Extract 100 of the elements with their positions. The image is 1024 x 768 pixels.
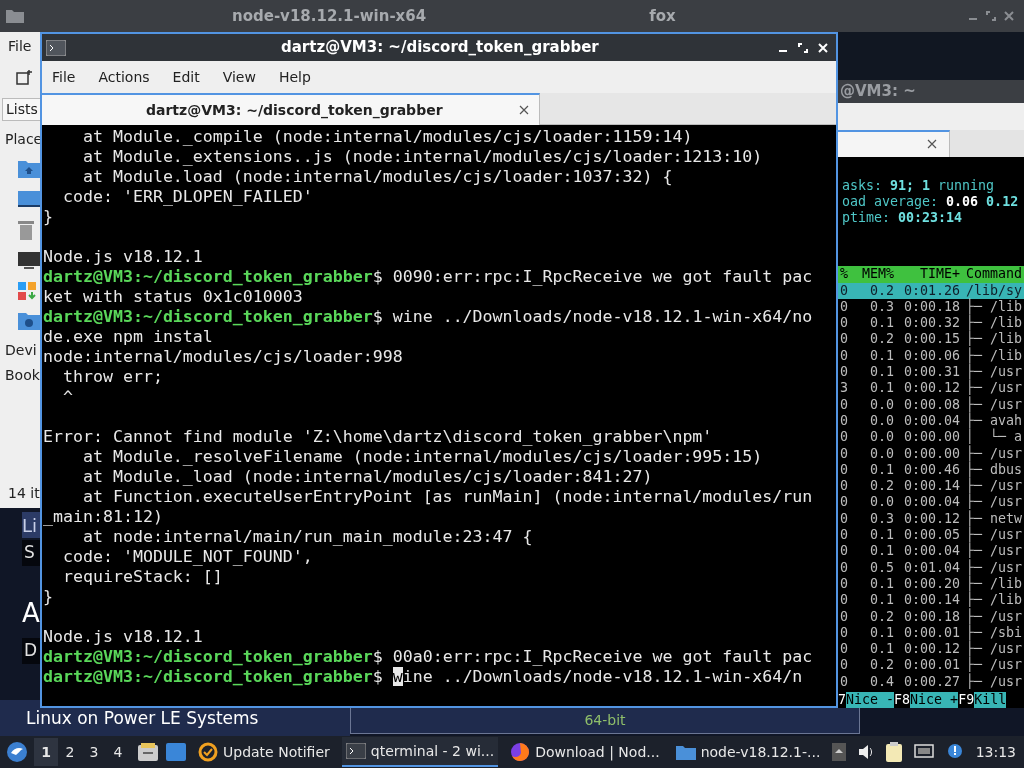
menu-item[interactable]: Actions <box>98 66 150 88</box>
speaker-icon[interactable] <box>857 744 874 760</box>
process-row[interactable]: 0 0.0 0:00.08 ├─ /usr <box>838 396 1024 413</box>
output-line: at node:internal/main/run_main_module:23:47 { <box>81 527 533 547</box>
section-label: Book <box>5 366 41 385</box>
function-key: F9 <box>958 692 975 708</box>
output-line: de.exe npm instal <box>43 327 213 347</box>
process-row[interactable]: 0 0.2 0:00.18 ├─ /usr <box>838 608 1024 625</box>
summary-line: oad average: 0.06 0.12 <box>842 193 1019 210</box>
nav-text: Li <box>22 512 40 538</box>
trash-icon[interactable] <box>18 220 34 240</box>
output-line: ket with status 0x1c010003 <box>43 287 303 307</box>
window-title: dartz@VM3: ~/discord_token_grabber <box>281 37 599 59</box>
output-line: at Module._resolveFilename (node:internal/modules/cjs/loader:995:15) <box>81 447 763 467</box>
bird-icon[interactable] <box>6 741 28 763</box>
prompt: dartz@VM3:~/discord_token_grabber <box>43 647 373 667</box>
process-row[interactable]: 0 0.1 0:00.04 ├─ /usr <box>838 543 1024 560</box>
menu-item[interactable]: File <box>8 36 44 58</box>
output-line: ^ <box>61 387 73 407</box>
output-line: Node.js v18.12.1 <box>43 247 203 267</box>
close-icon[interactable] <box>927 139 937 150</box>
folder-icon <box>675 744 696 760</box>
process-row[interactable]: 0 0.2 0:00.15 ├─ /lib <box>838 331 1024 348</box>
monitor-icon[interactable] <box>18 252 40 270</box>
task-button[interactable]: qterminal - 2 wi... <box>341 737 499 767</box>
task-button[interactable]: Download | Nod... <box>506 737 664 767</box>
terminal-icon <box>345 743 366 759</box>
output-line: _main:81:12) <box>43 507 163 527</box>
apps-icon[interactable] <box>18 282 36 300</box>
process-row[interactable]: 0 0.1 0:00.14 ├─ /lib <box>838 592 1024 609</box>
output-line: requireStack: [] <box>61 567 223 587</box>
prompt-sign: $ <box>372 307 383 327</box>
close-icon[interactable] <box>519 105 529 115</box>
function-key: F8 <box>894 692 911 708</box>
output-line: at Module._load (node:internal/modules/cjs/loader:841:27) <box>81 467 653 487</box>
output-line: Error: Cannot find module 'Z:\home\dartz\discord_token_grabber\npm' <box>43 427 713 447</box>
output-line: code: 'ERR_DLOPEN_FAILED' <box>61 187 313 207</box>
output-line: at Module.load (node:internal/modules/cjs/loader:1037:32) { <box>81 167 673 187</box>
section-label: Place <box>5 130 44 149</box>
process-row[interactable]: 0 0.5 0:01.04 ├─ /usr <box>838 559 1024 576</box>
alert-icon[interactable] <box>945 743 964 761</box>
workspace-tab[interactable]: 4 <box>106 738 130 766</box>
tab[interactable]: Lists <box>2 98 41 121</box>
prompt-sign: $ <box>372 667 383 687</box>
prompt-sign: $ <box>372 647 383 667</box>
process-row[interactable]: 0 0.0 0:00.04 ├─ /usr <box>838 494 1024 511</box>
table-cell: 64-bit <box>350 706 860 734</box>
clock[interactable]: 13:13 <box>975 741 1016 763</box>
output-line: code: 'MODULE_NOT_FOUND', <box>61 547 313 567</box>
output-line: node:internal/modules/cjs/loader:998 <box>43 347 403 367</box>
prompt: dartz@VM3:~/discord_token_grabber <box>43 667 373 687</box>
section-label: Devi <box>5 341 38 360</box>
network-icon[interactable] <box>913 744 934 760</box>
status-text: 14 it <box>8 484 41 503</box>
output-line: } <box>43 207 53 227</box>
clipboard-icon[interactable] <box>885 742 902 762</box>
window-title: node-v18.12.1-win-x64 <box>232 5 427 27</box>
menu-item[interactable]: View <box>222 66 256 88</box>
command-text: 00a0:err:rpc:I_RpcReceive we got fault pac <box>392 647 813 667</box>
network-folder-icon[interactable] <box>18 312 40 330</box>
workspace-tab[interactable]: 2 <box>58 738 82 766</box>
folder-icon <box>6 9 24 23</box>
function-label[interactable]: Nice - <box>846 692 895 708</box>
drive-icon[interactable] <box>138 743 158 761</box>
home-folder-icon[interactable] <box>18 160 40 178</box>
workspace-tab[interactable]: 1 <box>34 738 58 766</box>
output-line: } <box>43 587 53 607</box>
output-line: at Module._extensions..js (node:internal/modules/cjs/loader:1213:10) <box>81 147 763 167</box>
prompt: dartz@VM3:~/discord_token_grabber <box>43 267 373 287</box>
workspace-tab[interactable]: 3 <box>82 738 106 766</box>
process-row[interactable]: 3 0.1 0:00.12 ├─ /usr <box>838 380 1024 397</box>
function-label[interactable]: Nice + <box>910 692 959 708</box>
summary-line: ptime: 00:23:14 <box>842 209 963 226</box>
download-link[interactable]: S <box>22 540 40 566</box>
process-row[interactable]: 0 0.0 0:00.00 │ └─ a <box>838 429 1024 446</box>
process-row[interactable]: 0 0.0 0:00.00 ├─ /usr <box>838 445 1024 462</box>
prompt: dartz@VM3:~/discord_token_grabber <box>43 307 373 327</box>
tab[interactable]: dartz@VM3: ~/discord_token_grabber <box>42 93 540 125</box>
function-label[interactable]: Kill <box>974 692 1007 708</box>
download-link[interactable]: D <box>22 638 40 664</box>
output-line: at Module._compile (node:internal/modules/cjs/loader:1159:14) <box>81 127 693 147</box>
menu-item[interactable]: Edit <box>172 66 200 88</box>
output-line: Node.js v18.12.1 <box>43 627 203 647</box>
command-text: wine ../Downloads/node-v18.12.1-win-x64/no <box>392 307 813 327</box>
section-heading: A <box>22 597 40 630</box>
process-row[interactable]: 0 0.4 0:00.27 ├─ /usr <box>838 673 1024 690</box>
output-line: throw err; <box>61 367 163 387</box>
new-window-icon[interactable] <box>16 70 32 86</box>
process-row[interactable]: 0 0.2 0:00.01 ├─ /usr <box>838 657 1024 674</box>
folder-icon[interactable] <box>18 190 40 208</box>
function-key: 7 <box>838 692 846 708</box>
tab[interactable] <box>838 129 950 157</box>
menu-item[interactable]: File <box>52 66 76 88</box>
summary-line: asks: 91; 1 running <box>842 177 995 194</box>
menu-item[interactable]: Help <box>278 66 311 88</box>
window-title: @VM3: ~ <box>840 81 916 102</box>
command-text: 0090:err:rpc:I_RpcReceive we got fault pac <box>392 267 813 287</box>
window-title: fox <box>649 5 676 27</box>
task-button[interactable]: Update Notifier <box>194 737 334 767</box>
task-button[interactable]: node-v18.12.1-... <box>671 737 825 767</box>
